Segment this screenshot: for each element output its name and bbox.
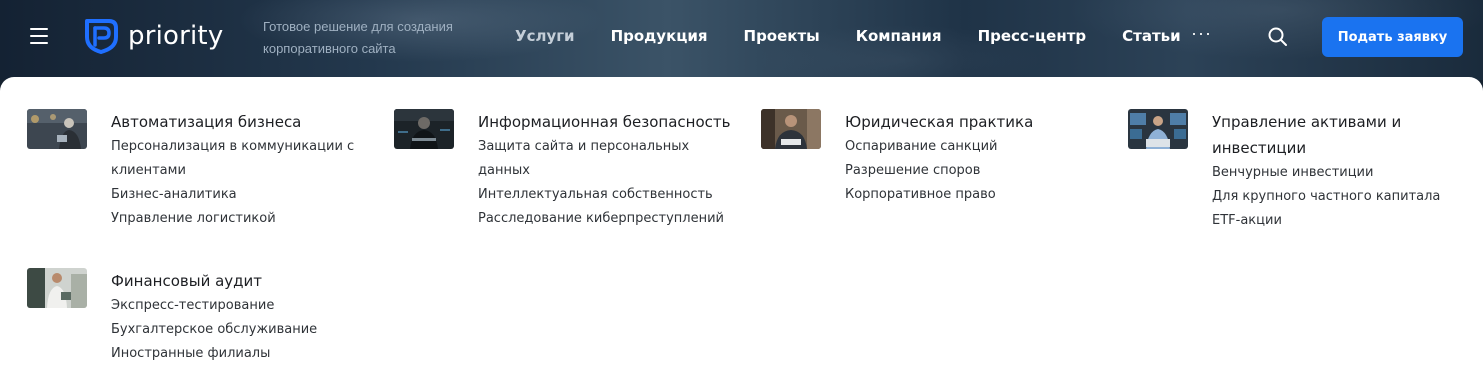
logo[interactable]: priority [82, 17, 223, 55]
menu-link[interactable]: Персонализация в коммуникации с клиентам… [111, 135, 371, 183]
menu-link[interactable]: Венчурные инвестиции [1212, 161, 1452, 185]
menu-link[interactable]: Оспаривание санкций [845, 135, 1105, 159]
nav-item-press-center[interactable]: Пресс-центр [978, 27, 1087, 45]
services-dropdown: Автоматизация бизнеса Персонализация в к… [0, 77, 1483, 389]
nav-item-services[interactable]: Услуги [515, 27, 575, 45]
menu-link[interactable]: Иностранные филиалы [111, 342, 371, 366]
site-header: priority Готовое решение для создания ко… [0, 0, 1483, 80]
main-nav: Услуги Продукция Проекты Компания Пресс-… [515, 23, 1217, 45]
assets-thumbnail [1128, 109, 1188, 149]
nav-item-projects[interactable]: Проекты [744, 27, 820, 45]
menu-group-title[interactable]: Управление активами и инвестиции [1212, 109, 1412, 161]
nav-item-products[interactable]: Продукция [611, 27, 708, 45]
nav-item-articles[interactable]: Статьи [1122, 27, 1181, 45]
menu-link[interactable]: Корпоративное право [845, 183, 1105, 207]
menu-group-title[interactable]: Автоматизация бизнеса [111, 109, 371, 135]
menu-link[interactable]: ETF-акции [1212, 209, 1452, 233]
legal-thumbnail [761, 109, 821, 149]
search-icon[interactable] [1267, 26, 1289, 48]
security-thumbnail [394, 109, 454, 149]
submit-request-button[interactable]: Подать заявку [1322, 17, 1463, 57]
menu-link[interactable]: Для крупного частного капитала [1212, 185, 1452, 209]
menu-group-title[interactable]: Информационная безопасность [478, 109, 738, 135]
menu-link[interactable]: Бизнес-аналитика [111, 183, 371, 207]
menu-link[interactable]: Защита сайта и персональных данных [478, 135, 693, 183]
menu-link[interactable]: Расследование киберпреступлений [478, 207, 738, 231]
menu-link[interactable]: Управление логистикой [111, 207, 371, 231]
menu-link[interactable]: Разрешение споров [845, 159, 1105, 183]
automation-thumbnail [27, 109, 87, 149]
menu-group-title[interactable]: Финансовый аудит [111, 268, 371, 294]
site-tagline: Готовое решение для создания корпоративн… [263, 19, 453, 56]
brand-name: priority [128, 21, 224, 51]
audit-thumbnail [27, 268, 87, 308]
menu-link[interactable]: Бухгалтерское обслуживание [111, 318, 371, 342]
brand-logo-icon [85, 19, 118, 54]
menu-link[interactable]: Интеллектуальная собственность [478, 183, 738, 207]
nav-item-company[interactable]: Компания [856, 27, 942, 45]
menu-link[interactable]: Экспресс-тестирование [111, 294, 371, 318]
menu-icon[interactable] [30, 28, 48, 44]
more-icon[interactable]: ··· [1191, 23, 1212, 44]
menu-group-title[interactable]: Юридическая практика [845, 109, 1105, 135]
